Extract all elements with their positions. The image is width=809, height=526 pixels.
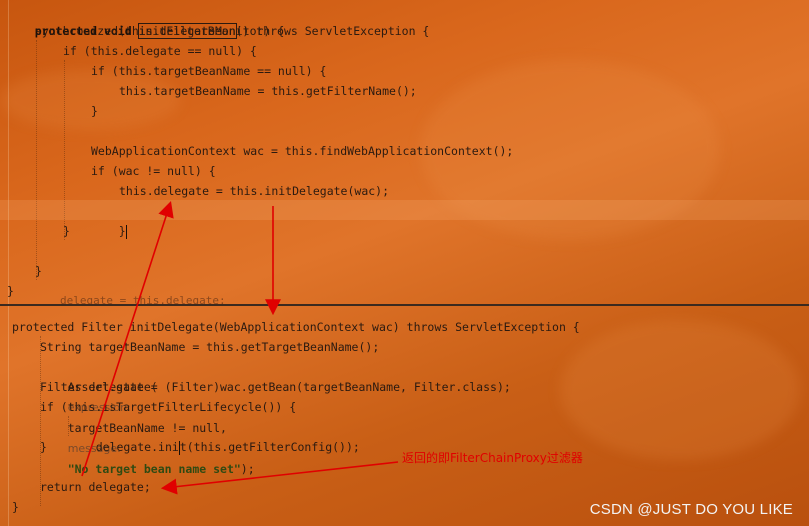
watermark: CSDN @JUST DO YOU LIKE [589, 501, 793, 518]
annotation-arrows [81, 200, 399, 495]
annotation-label: 返回的即FilterChainProxy过滤器 [402, 451, 583, 465]
arrow-return-to-delegate [81, 200, 174, 477]
arrow-annotation-to-return [160, 461, 399, 495]
